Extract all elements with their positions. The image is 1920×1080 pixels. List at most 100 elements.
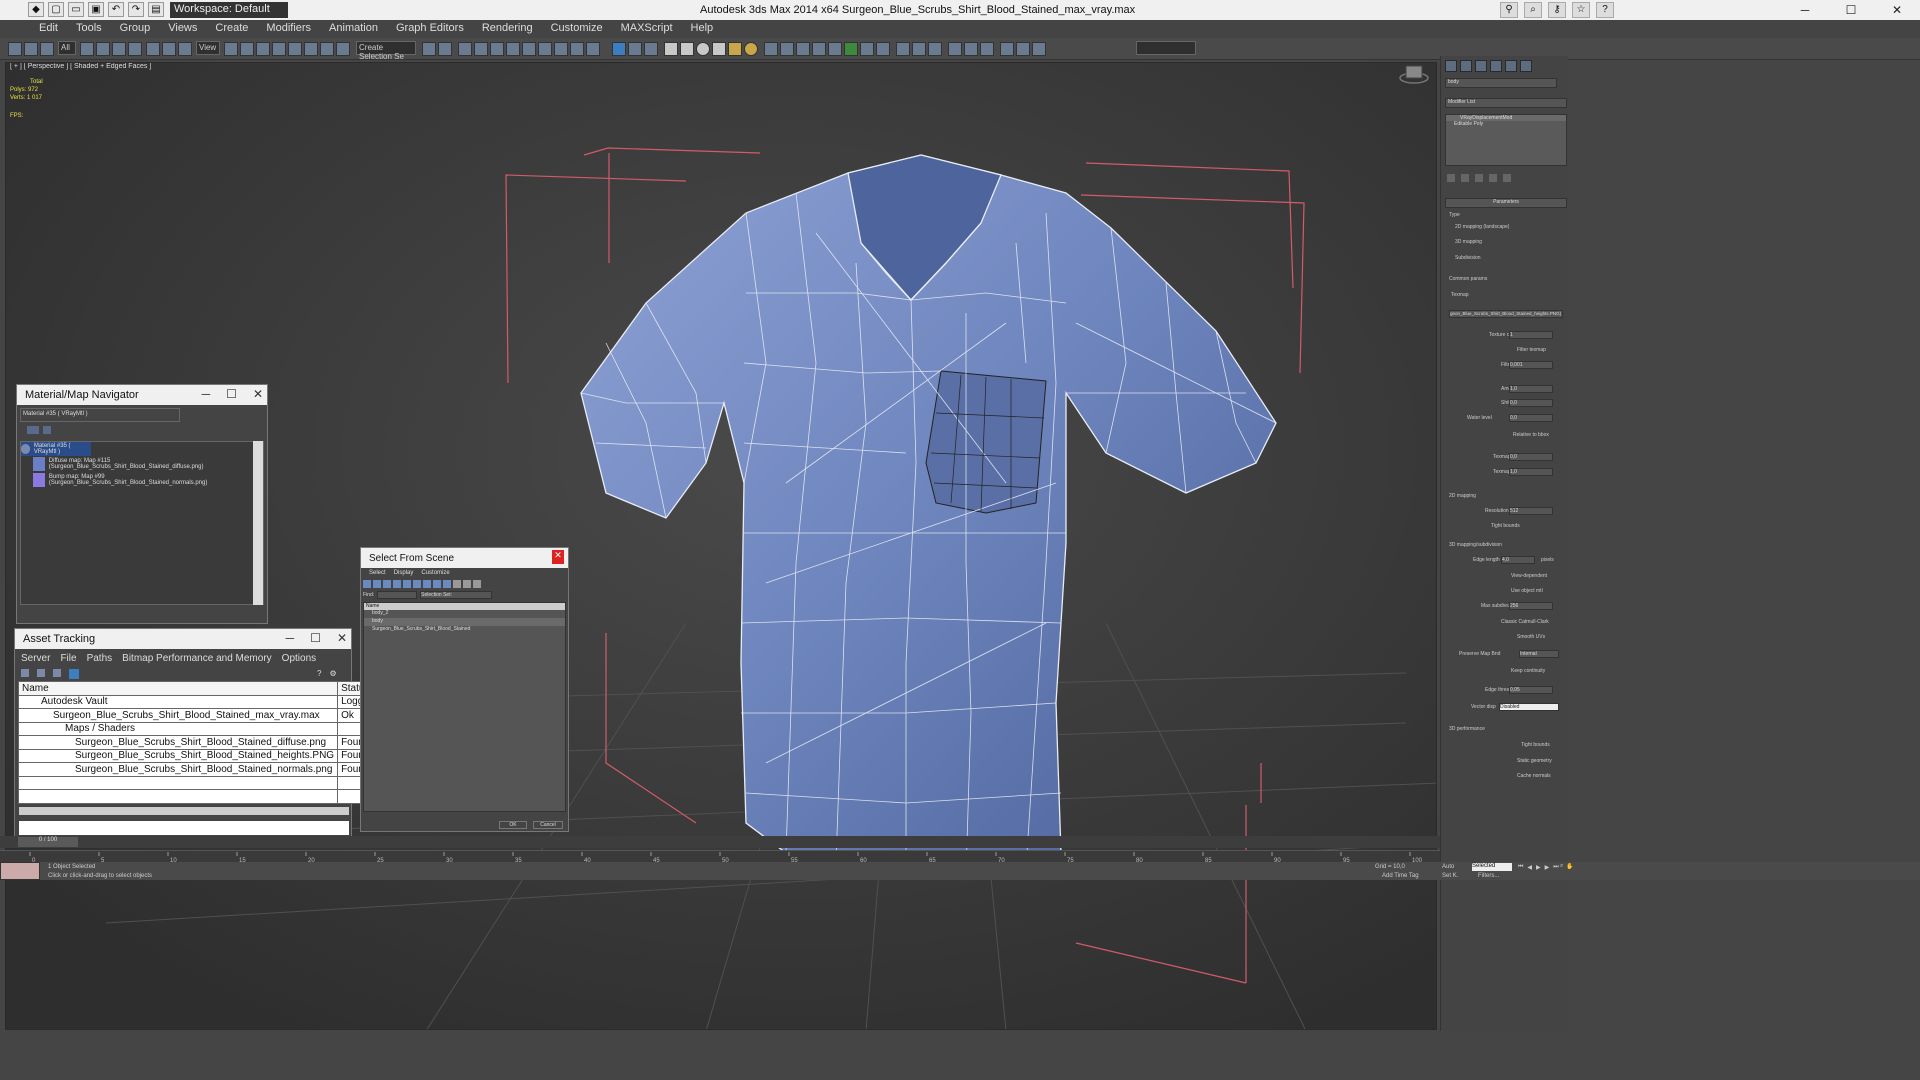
binoculars-icon[interactable]: ⚲ bbox=[1500, 2, 1518, 18]
param-value[interactable]: 0,0 bbox=[1509, 399, 1553, 407]
scale-icon[interactable] bbox=[178, 42, 192, 56]
menu-help[interactable]: Help bbox=[682, 20, 723, 38]
ok-button[interactable]: OK bbox=[499, 821, 527, 829]
minimize-button[interactable]: ─ bbox=[202, 387, 211, 401]
open-file-icon[interactable]: ▭ bbox=[68, 2, 84, 17]
close-button[interactable]: ✕ bbox=[552, 550, 564, 564]
type-option-2d[interactable]: 2D mapping (landscape) bbox=[1455, 224, 1509, 230]
schematic-view-icon[interactable] bbox=[522, 42, 536, 56]
sphere-primitive-icon[interactable] bbox=[696, 42, 710, 56]
new-file-icon[interactable]: ▢ bbox=[48, 2, 64, 17]
curve-editor-icon[interactable] bbox=[506, 42, 520, 56]
minimize-button[interactable]: ─ bbox=[286, 631, 295, 645]
param-value[interactable]: 1,0 bbox=[1509, 385, 1553, 393]
view-list-icon[interactable] bbox=[27, 426, 39, 434]
configure-sets-icon[interactable] bbox=[1503, 174, 1511, 182]
filter-xrefs-icon[interactable] bbox=[433, 580, 441, 588]
close-button[interactable]: ✕ bbox=[1874, 0, 1920, 20]
column-header-name[interactable]: Name bbox=[364, 603, 565, 610]
render-setup-icon[interactable] bbox=[554, 42, 568, 56]
select-invert-icon[interactable] bbox=[473, 580, 481, 588]
snaps-toggle-icon[interactable] bbox=[272, 42, 286, 56]
reference-coord-dropdown[interactable]: View bbox=[196, 41, 220, 55]
material-tree[interactable]: Material #35 ( VRayMtl ) Diffuse map: Ma… bbox=[20, 441, 264, 605]
vray-toolbar-icon[interactable] bbox=[612, 42, 626, 56]
link-icon[interactable] bbox=[8, 42, 22, 56]
cancel-button[interactable]: Cancel bbox=[533, 821, 563, 829]
effects-icon[interactable] bbox=[912, 42, 926, 56]
param3d-value[interactable]: 0,05 bbox=[1509, 686, 1553, 694]
edit-named-sets-icon[interactable] bbox=[336, 42, 350, 56]
particle-icon[interactable] bbox=[812, 42, 826, 56]
manipulate-icon[interactable] bbox=[240, 42, 254, 56]
angle-snap-icon[interactable] bbox=[288, 42, 302, 56]
vray-frame-buffer-icon[interactable] bbox=[628, 42, 642, 56]
type-option-3d[interactable]: 3D mapping bbox=[1455, 239, 1482, 245]
search-icon[interactable]: ⌕ bbox=[1524, 2, 1542, 18]
track-bar[interactable]: 0 5 10 15 20 25 30 35 40 45 50 55 60 65 70 75 80 85 90 95 10… bbox=[0, 850, 1440, 864]
zoom-icon[interactable]: ⌕ bbox=[1560, 863, 1563, 870]
app-menu-icon[interactable]: ◆ bbox=[28, 2, 44, 17]
modifier-stack[interactable]: VRayDisplacementMod Editable Poly bbox=[1445, 114, 1567, 166]
material-editor-icon[interactable] bbox=[538, 42, 552, 56]
create-tab-icon[interactable] bbox=[1445, 60, 1457, 72]
param3d-dropdown[interactable]: Internal bbox=[1519, 650, 1559, 658]
spinner-snap-icon[interactable] bbox=[320, 42, 334, 56]
star-icon[interactable]: ☆ bbox=[1572, 2, 1590, 18]
resolution-value[interactable]: 512 bbox=[1509, 507, 1553, 515]
menu-customize[interactable]: Customize bbox=[542, 20, 612, 38]
percent-snap-icon[interactable] bbox=[304, 42, 318, 56]
auto-key-button[interactable]: Auto bbox=[1442, 864, 1454, 870]
table-view-icon[interactable] bbox=[69, 669, 79, 679]
menu-create[interactable]: Create bbox=[206, 20, 257, 38]
viewport-label-menu[interactable]: [ + ] [ Perspective ] [ Shaded + Edged F… bbox=[10, 63, 151, 70]
go-to-end-icon[interactable]: ⏭ bbox=[1553, 864, 1558, 871]
sun-icon[interactable] bbox=[744, 42, 758, 56]
menu-group[interactable]: Group bbox=[111, 20, 160, 38]
filter-groups-icon[interactable] bbox=[423, 580, 431, 588]
next-frame-icon[interactable]: ▶ bbox=[1545, 864, 1550, 871]
maximize-button[interactable]: ☐ bbox=[1828, 0, 1874, 20]
view-icons-icon[interactable] bbox=[43, 426, 51, 434]
filter-cameras-icon[interactable] bbox=[393, 580, 401, 588]
minimize-button[interactable]: ─ bbox=[1782, 0, 1828, 20]
key-icon[interactable]: ⚷ bbox=[1548, 2, 1566, 18]
tree-item-material[interactable]: Material #35 ( VRayMtl ) bbox=[21, 442, 91, 456]
pan-icon[interactable]: ✋ bbox=[1566, 863, 1573, 870]
add-time-tag[interactable]: Add Time Tag bbox=[1382, 873, 1419, 879]
perf-option[interactable]: Static geometry bbox=[1517, 758, 1552, 764]
extras-icon[interactable] bbox=[1016, 42, 1030, 56]
parameters-rollout[interactable]: Parameters bbox=[1445, 198, 1567, 208]
array-icon[interactable] bbox=[980, 42, 994, 56]
checkout-icon[interactable] bbox=[37, 669, 45, 677]
param-value[interactable]: 1 bbox=[1509, 331, 1553, 339]
perf-option[interactable]: Cache normals bbox=[1517, 773, 1551, 779]
tree-item-diffuse[interactable]: Diffuse map: Map #115 (Surgeon_Blue_Scru… bbox=[21, 456, 263, 472]
omni-light-icon[interactable] bbox=[728, 42, 742, 56]
help-icon[interactable]: ? bbox=[317, 669, 321, 679]
box-primitive-icon[interactable] bbox=[680, 42, 694, 56]
render-production-icon[interactable] bbox=[586, 42, 600, 56]
tree-icon[interactable] bbox=[844, 42, 858, 56]
filter-geometry-icon[interactable] bbox=[363, 580, 371, 588]
environment-icon[interactable] bbox=[896, 42, 910, 56]
remove-modifier-icon[interactable] bbox=[1489, 174, 1497, 182]
rendered-frame-icon[interactable] bbox=[570, 42, 584, 56]
select-all-icon[interactable] bbox=[453, 580, 461, 588]
vector-disp-dropdown[interactable]: Disabled bbox=[1499, 703, 1559, 711]
spacewarp-icon[interactable] bbox=[796, 42, 810, 56]
pivot-center-icon[interactable] bbox=[224, 42, 238, 56]
filter-bones-icon[interactable] bbox=[443, 580, 451, 588]
tree-item-bump[interactable]: Bump map: Map #99 (Surgeon_Blue_Scrubs_S… bbox=[21, 472, 263, 488]
list-item[interactable]: body bbox=[364, 618, 565, 626]
brush-icon[interactable] bbox=[1032, 42, 1046, 56]
modifier-stack-item[interactable]: Editable Poly bbox=[1446, 121, 1566, 127]
modifier-list-dropdown[interactable]: Modifier List bbox=[1445, 98, 1567, 108]
param-value[interactable]: 0,001 bbox=[1509, 361, 1553, 369]
vray-light-icon[interactable] bbox=[644, 42, 658, 56]
refresh-icon[interactable] bbox=[21, 669, 29, 677]
menu-server[interactable]: Server bbox=[21, 653, 50, 664]
checkin-icon[interactable] bbox=[53, 669, 61, 677]
menu-tools[interactable]: Tools bbox=[67, 20, 111, 38]
rect-selection-icon[interactable] bbox=[112, 42, 126, 56]
